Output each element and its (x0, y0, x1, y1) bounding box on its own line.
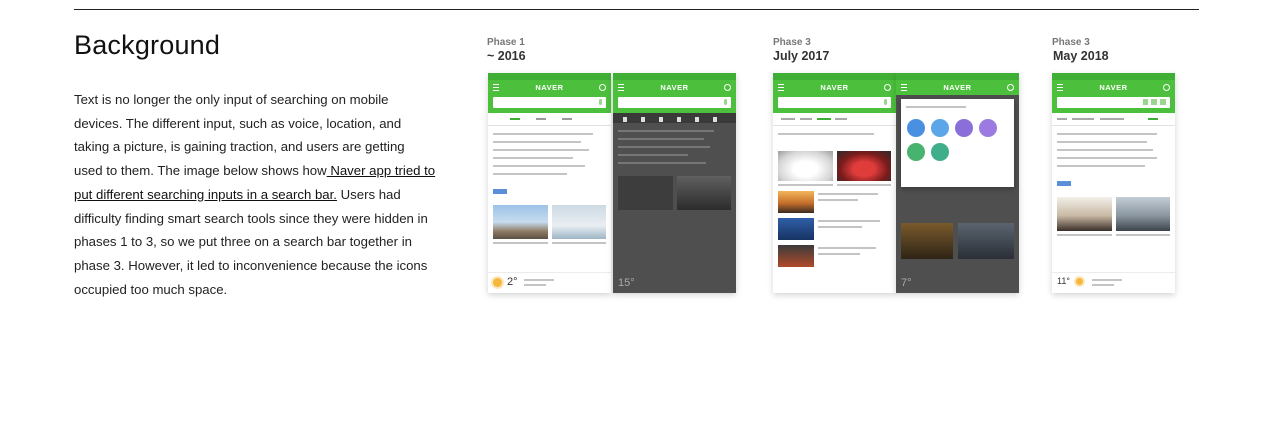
phone-screenshot-phase1-tools: NAVER 15° (613, 73, 736, 293)
phase-date-3: May 2018 (1053, 49, 1109, 63)
temperature: 15° (618, 277, 635, 289)
status-bar (1052, 73, 1175, 80)
search-bar (618, 97, 731, 108)
phone-screenshot-phase1-home: NAVER 2° (488, 73, 611, 293)
app-header: NAVER (1052, 80, 1175, 95)
search-tools-popup (901, 99, 1014, 187)
hashtag-tabs (1052, 113, 1175, 126)
section-title: Background (74, 30, 221, 60)
section-body: Text is no longer the only input of sear… (74, 88, 436, 301)
search-bar (1057, 97, 1170, 108)
naver-logo: NAVER (660, 83, 689, 92)
search-area (1052, 95, 1175, 113)
dimmed-overlay: 15° (613, 123, 736, 293)
notification-icon (599, 84, 606, 91)
mic-icon (724, 99, 727, 105)
status-bar (773, 73, 896, 80)
music-search-icon (907, 119, 925, 137)
phase-label-2: Phase 3 (773, 37, 811, 48)
voice-search-icon (1143, 99, 1148, 105)
app-header: NAVER (613, 80, 736, 95)
sun-icon (1076, 278, 1083, 285)
app-header: NAVER (488, 80, 611, 95)
app-header: NAVER (896, 80, 1019, 95)
qr-code-icon (1151, 99, 1157, 105)
weather-widget: 2° (488, 272, 611, 293)
naver-logo: NAVER (535, 83, 564, 92)
temperature: 7° (901, 277, 912, 289)
news-item (773, 240, 896, 267)
car-thumbnails (773, 141, 896, 181)
phase-date-1: ~ 2016 (487, 49, 526, 63)
translate-icon (979, 119, 997, 137)
temperature: 11° (1057, 276, 1070, 286)
top-divider (74, 9, 1199, 10)
phase-label-3: Phase 3 (1052, 37, 1090, 48)
news-item (773, 186, 896, 213)
category-tabs (773, 113, 896, 126)
status-bar (896, 73, 1019, 80)
news-headlines (1052, 126, 1175, 167)
image-search-icon (955, 119, 973, 137)
status-bar (613, 73, 736, 80)
sun-icon (493, 278, 502, 287)
phone-screenshot-phase3-2018: NAVER 11° (1052, 73, 1175, 293)
temperature: 2° (507, 276, 518, 288)
news-headlines (488, 126, 611, 175)
notification-icon (724, 84, 731, 91)
phone-screenshot-phase3-2017-tools: NAVER 7° (896, 73, 1019, 293)
voice-search-icon (931, 119, 949, 137)
notification-icon (1007, 84, 1014, 91)
source-badge (493, 189, 507, 194)
image-thumbnails (1052, 191, 1175, 231)
weather-widget: 11° (1052, 272, 1175, 293)
search-bar (493, 97, 606, 108)
search-area (773, 95, 896, 113)
phase-date-2: July 2017 (773, 49, 830, 63)
app-header: NAVER (773, 80, 896, 95)
naver-logo: NAVER (820, 83, 849, 92)
naver-logo: NAVER (943, 83, 972, 92)
mic-icon (599, 99, 602, 105)
notification-icon (1163, 84, 1170, 91)
camera-icon (884, 99, 887, 105)
naver-logo: NAVER (1099, 83, 1128, 92)
search-area (613, 95, 736, 113)
search-bar (778, 97, 891, 108)
camera-icon (1160, 99, 1166, 105)
image-thumbnails (488, 199, 611, 239)
category-tabs (488, 113, 611, 126)
red-car-thumbnail (836, 151, 891, 181)
phone-content: NAVER 2° (488, 73, 611, 293)
notification-icon (884, 84, 891, 91)
source-badge (1057, 181, 1071, 186)
qr-code-icon (907, 143, 925, 161)
phone-screenshot-phase3-2017-news: NAVER (773, 73, 896, 293)
lighthouse-thumbnail (493, 205, 548, 239)
snow-landscape-thumbnail (551, 205, 606, 239)
search-area (488, 95, 611, 113)
shopping-lens-icon (931, 143, 949, 161)
person-thumbnail (1057, 197, 1112, 231)
white-car-thumbnail (778, 151, 833, 181)
status-bar (488, 73, 611, 80)
news-item (773, 213, 896, 240)
body-text-end: Users had difficulty finding smart searc… (74, 186, 428, 297)
building-thumbnail (1115, 197, 1170, 231)
phase-label-1: Phase 1 (487, 37, 525, 48)
